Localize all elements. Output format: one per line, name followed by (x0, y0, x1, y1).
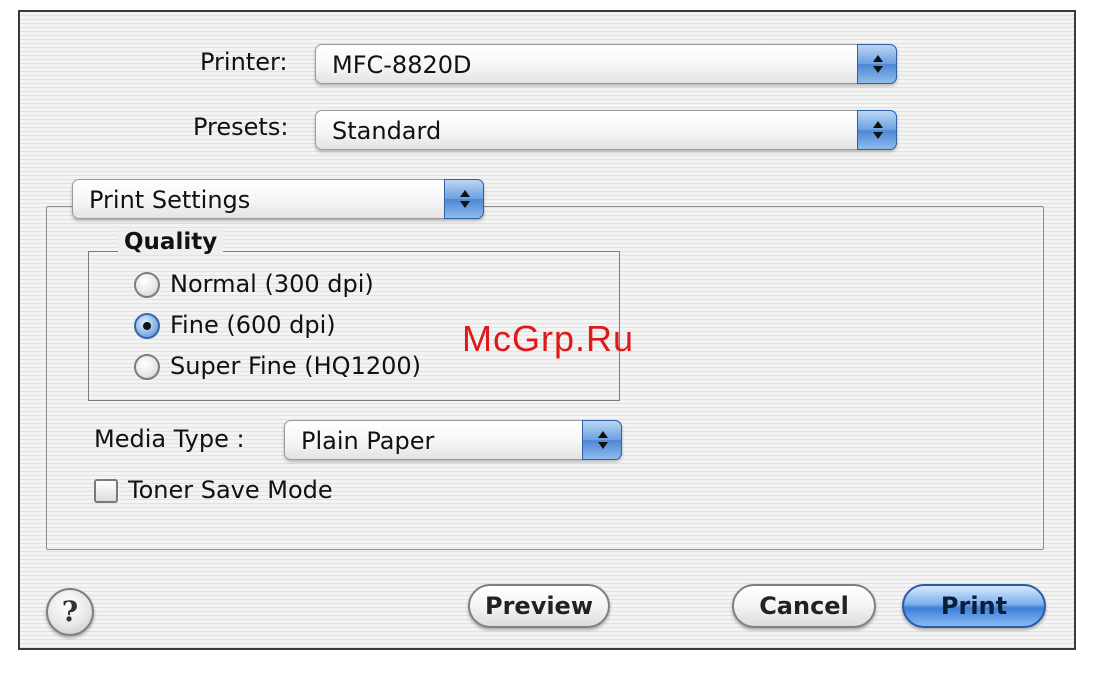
media-type-popup[interactable]: Plain Paper (284, 420, 622, 460)
printer-value: MFC-8820D (332, 51, 472, 79)
help-button[interactable]: ? (46, 588, 94, 636)
quality-title: Quality (118, 229, 224, 255)
radio-normal[interactable] (134, 272, 160, 298)
toner-save-checkbox[interactable] (94, 479, 118, 503)
presets-label: Presets: (193, 113, 289, 141)
presets-value: Standard (332, 117, 442, 145)
toner-save-label: Toner Save Mode (128, 476, 333, 504)
radio-fine-label: Fine (600 dpi) (170, 311, 336, 339)
popup-arrows-icon (444, 179, 484, 219)
radio-fine[interactable] (134, 313, 160, 339)
cancel-button[interactable]: Cancel (732, 584, 876, 628)
printer-label: Printer: (200, 48, 288, 76)
radio-selected-dot (143, 322, 151, 330)
media-type-label: Media Type : (94, 425, 245, 453)
popup-arrows-icon (857, 110, 897, 150)
preview-button[interactable]: Preview (468, 584, 610, 628)
watermark-text: McGrp.Ru (462, 318, 635, 359)
radio-super-fine-label: Super Fine (HQ1200) (170, 352, 422, 380)
radio-normal-label: Normal (300 dpi) (170, 270, 374, 298)
panel-selector-value: Print Settings (89, 186, 251, 214)
panel-selector-popup[interactable]: Print Settings (72, 179, 484, 219)
media-type-value: Plain Paper (301, 427, 435, 455)
popup-arrows-icon (582, 420, 622, 460)
radio-super-fine[interactable] (134, 354, 160, 380)
presets-popup[interactable]: Standard (315, 110, 897, 150)
popup-arrows-icon (857, 44, 897, 84)
print-button[interactable]: Print (902, 584, 1046, 628)
printer-popup[interactable]: MFC-8820D (315, 44, 897, 84)
